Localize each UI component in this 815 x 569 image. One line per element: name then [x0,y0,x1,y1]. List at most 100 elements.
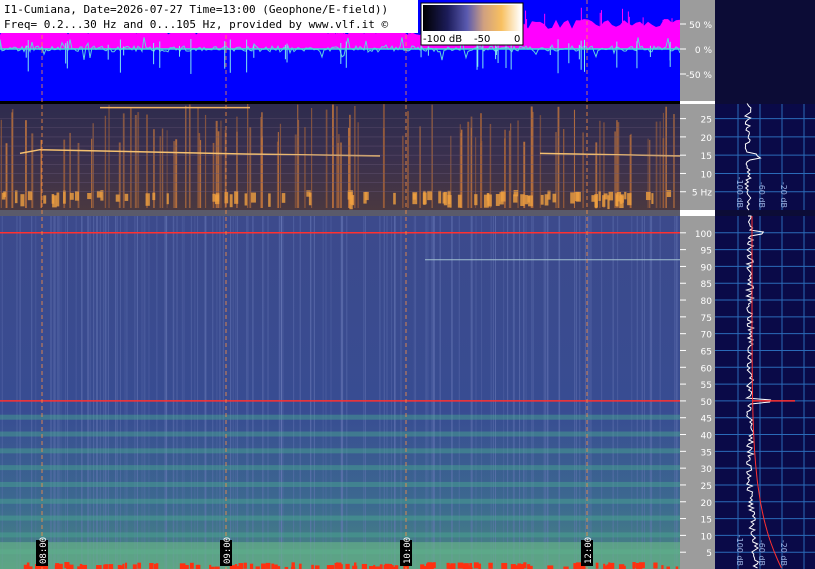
low-burst [552,193,557,203]
noise-floor-mark [595,562,599,569]
noise-floor-mark [132,564,137,569]
waveform-tick-label: -50 % [686,71,713,81]
low-burst [500,190,506,202]
high-tick-label: 80 [701,297,713,307]
low-burst [308,192,312,206]
high-tick-label: 70 [701,331,713,341]
high-tick-label: 20 [701,499,713,509]
profile-top-blank [715,0,815,101]
noise-floor-mark [478,563,482,569]
low-burst [27,190,33,201]
low-burst [251,192,256,203]
noise-floor-mark [96,565,102,569]
low-burst [14,190,18,204]
noise-floor-mark [547,565,554,569]
low-burst [615,195,619,207]
harmonic-band [0,481,680,487]
low-tick-label: 5 Hz [692,189,712,199]
low-burst [527,195,530,203]
low-burst [540,194,544,205]
noise-floor-mark [249,563,254,569]
noise-floor-mark [604,565,611,569]
harmonic-band [0,498,680,504]
high-tick-label: 45 [701,415,712,425]
high-tick-label: 100 [695,230,712,240]
noise-floor-mark [154,563,158,569]
noise-floor-mark [261,563,266,569]
colorbar-mid: -50 [474,34,490,45]
low-burst [594,194,598,208]
low-burst [412,192,418,205]
low-burst [513,194,518,203]
profile-high-db-label: -20 dB [779,540,788,566]
noise-floor-mark [523,562,527,569]
profile-high-panel [715,216,815,569]
high-tick-label: 5 [706,549,712,559]
profile-low-db-label: -100 dB [735,177,744,208]
noise-floor-mark [122,563,125,569]
noise-floor-mark [425,563,431,569]
low-burst [43,195,47,204]
noise-floor-mark [638,562,645,569]
noise-floor-mark [137,562,142,569]
noise-floor-mark [117,564,121,569]
low-burst [619,194,624,203]
profile-low-db-label: -20 dB [779,182,788,208]
spectrogram-display: 08:00 09:00 10:00 12:00 I1-Cumiana, Date=20… [0,0,815,569]
low-burst [62,190,66,204]
low-burst [427,190,433,201]
noise-floor-mark [501,562,508,569]
low-burst [124,193,129,201]
high-tick-label: 90 [701,263,713,273]
low-burst [574,191,580,202]
noise-floor-mark [291,562,295,569]
high-tick-label: 60 [701,364,713,374]
low-burst [56,192,60,207]
low-burst [627,193,632,206]
noise-floor-mark [189,562,194,569]
harmonic-band [0,431,680,437]
low-burst [438,190,442,204]
low-burst [145,193,150,206]
high-tick-label: 95 [701,247,712,257]
low-burst [645,191,651,201]
time-label: 12:00 [584,537,594,564]
noise-floor-mark [334,562,340,569]
header-line2: Freq= 0.2...30 Hz and 0...105 Hz, provid… [4,18,388,31]
low-burst [598,191,601,201]
low-burst [474,194,478,206]
time-label: 09:00 [223,537,233,564]
noise-floor-mark [329,565,335,569]
high-tick-label: 85 [701,280,712,290]
colorbar-gradient [423,5,521,31]
noise-floor-mark [473,562,479,569]
low-burst [651,193,654,204]
high-tick-label: 10 [701,532,713,542]
low-burst [487,193,490,206]
colorbar-max: 0 [514,34,520,45]
low-burst [666,190,672,197]
high-tick-label: 75 [701,314,712,324]
low-burst [152,192,156,201]
low-burst [69,192,74,200]
noise-floor-mark [124,562,128,569]
low-burst [281,193,286,203]
waveform-tick-label: 0 % [695,46,713,56]
noise-floor-mark [66,564,71,569]
noise-floor-mark [354,562,357,569]
noise-floor-mark [149,563,154,569]
header-line1: I1-Cumiana, Date=2026-07-27 Time=13:00 (… [4,3,388,16]
low-burst [447,195,452,208]
panel-divider [0,101,680,104]
noise-floor-mark [238,563,244,569]
axis-divider-2 [680,210,715,216]
axis-divider [680,101,715,104]
noise-floor-mark [298,563,302,569]
low-burst [457,194,462,208]
noise-floor-mark [379,564,383,569]
noise-floor-mark [265,562,271,569]
noise-floor-mark [457,562,464,569]
noise-floor-mark [517,563,522,569]
noise-floor-mark [464,565,470,569]
high-tick-label: 15 [701,516,712,526]
